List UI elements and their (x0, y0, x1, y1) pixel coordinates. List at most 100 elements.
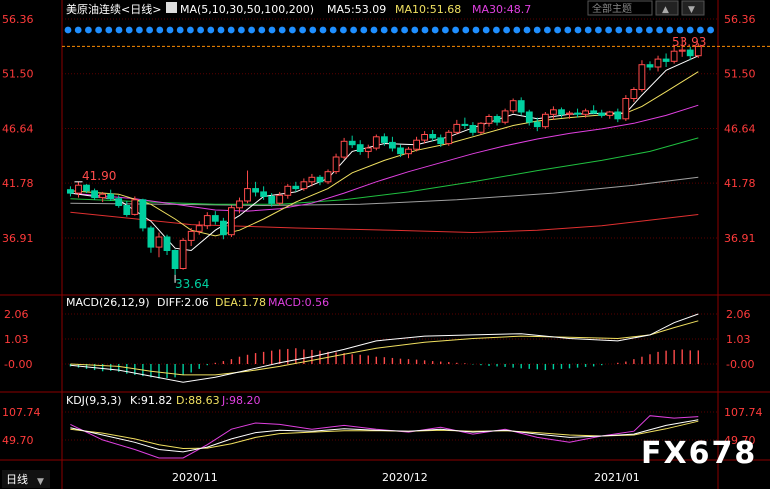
candle (622, 95, 630, 122)
low-label: 33.64 (175, 277, 209, 291)
candle (131, 196, 139, 216)
caret-down-icon: ▼ (37, 477, 44, 487)
event-dot[interactable] (156, 26, 164, 34)
event-dot[interactable] (686, 26, 694, 34)
price-tick-right: 56.36 (724, 13, 756, 26)
event-dot[interactable] (289, 26, 296, 34)
event-dot[interactable] (74, 26, 82, 34)
event-dot[interactable] (503, 26, 510, 34)
event-dot[interactable] (635, 26, 643, 34)
event-dot[interactable] (105, 26, 113, 34)
kdj-header: KDJ(9,3,3) K:91.82 D:88.63 J:98.20 (66, 394, 260, 407)
event-dot[interactable] (278, 26, 286, 34)
event-dot[interactable] (268, 26, 276, 34)
kdj-tick-right: 107.74 (724, 406, 763, 419)
candle (139, 198, 147, 232)
period-tab-label: 日线 (6, 472, 28, 486)
event-dot[interactable] (472, 26, 480, 34)
event-dot[interactable] (391, 26, 398, 34)
ma10-value: MA10:51.68 (395, 3, 461, 16)
event-dot[interactable] (676, 26, 684, 34)
candle (340, 137, 348, 160)
symbol-title: 美原油连续<日线> (66, 2, 161, 16)
event-dot[interactable] (64, 26, 72, 34)
event-dot[interactable] (238, 26, 245, 34)
event-dot[interactable] (329, 26, 337, 34)
event-dot[interactable] (227, 26, 235, 34)
event-dot[interactable] (370, 26, 378, 34)
event-dot[interactable] (615, 26, 623, 34)
event-dot[interactable] (350, 26, 357, 34)
event-dot[interactable] (462, 26, 470, 34)
event-dot[interactable] (340, 26, 347, 34)
event-dot[interactable] (584, 26, 592, 34)
macd-tick-right: -0.00 (726, 358, 754, 371)
event-dot[interactable] (248, 26, 256, 34)
period-tab[interactable]: 日线 ▼ (2, 470, 50, 488)
event-dot[interactable] (136, 26, 143, 34)
event-dot[interactable] (319, 26, 327, 34)
event-dot[interactable] (197, 26, 205, 34)
event-dot[interactable] (595, 26, 602, 34)
candle (179, 238, 187, 270)
event-dot[interactable] (533, 26, 541, 34)
candle (542, 112, 549, 129)
event-dot[interactable] (217, 26, 225, 34)
last-price-label: 53.93 (672, 35, 706, 49)
event-dot[interactable] (646, 26, 653, 34)
event-dot[interactable] (656, 26, 663, 34)
event-dot[interactable] (258, 26, 266, 34)
event-dot[interactable] (431, 26, 439, 34)
kdj-d-value: D:88.63 (176, 394, 220, 407)
kdj-k-value: K:91.82 (130, 394, 172, 407)
event-dot[interactable] (697, 26, 704, 34)
event-dot[interactable] (482, 26, 490, 34)
event-dot[interactable] (544, 26, 551, 34)
event-dot[interactable] (421, 26, 429, 34)
event-dot[interactable] (125, 26, 133, 34)
price-tick-left: 51.50 (2, 68, 34, 81)
price-tick-right: 41.78 (724, 177, 756, 190)
watermark: FX678 (641, 436, 757, 471)
event-dot[interactable] (166, 26, 174, 34)
event-dot[interactable] (452, 26, 459, 34)
chevron-down-icon: ▼ (688, 5, 695, 15)
event-dot[interactable] (625, 26, 633, 34)
event-dot[interactable] (207, 26, 215, 34)
price-tick-right: 46.64 (724, 122, 756, 135)
event-dot[interactable] (360, 26, 368, 34)
theme-menu-label: 全部主题 (592, 2, 632, 15)
date-label-jan: 2021/01 (594, 471, 640, 484)
event-dot[interactable] (411, 26, 419, 34)
candle (324, 169, 332, 185)
kdj-title: KDJ(9,3,3) (66, 394, 122, 407)
event-dot[interactable] (442, 26, 449, 34)
event-dot[interactable] (309, 26, 317, 34)
event-dot[interactable] (666, 26, 674, 34)
event-dot[interactable] (574, 26, 582, 34)
event-dot[interactable] (554, 26, 561, 34)
price-tick-left: 41.78 (2, 177, 34, 190)
event-dot[interactable] (513, 26, 521, 34)
event-dot[interactable] (707, 26, 714, 34)
event-dot[interactable] (187, 26, 194, 34)
event-dot[interactable] (299, 26, 306, 34)
event-dot[interactable] (115, 26, 123, 34)
event-dot[interactable] (176, 26, 184, 34)
high-label: 41.90 (82, 169, 116, 183)
price-tick-right: 51.50 (724, 68, 756, 81)
ma-toggle-icon[interactable] (166, 2, 177, 13)
macd-macd-value: MACD:0.56 (268, 296, 329, 309)
event-dot[interactable] (85, 26, 92, 34)
event-dot[interactable] (95, 26, 102, 34)
macd-diff-value: DIFF:2.06 (157, 296, 209, 309)
event-dot[interactable] (493, 26, 500, 34)
event-dot[interactable] (146, 26, 154, 34)
event-dot[interactable] (564, 26, 572, 34)
candle (638, 60, 646, 92)
macd-dea-value: DEA:1.78 (215, 296, 266, 309)
event-dot[interactable] (523, 26, 531, 34)
event-dot[interactable] (401, 26, 408, 34)
event-dot[interactable] (380, 26, 388, 34)
event-dot[interactable] (605, 26, 612, 34)
